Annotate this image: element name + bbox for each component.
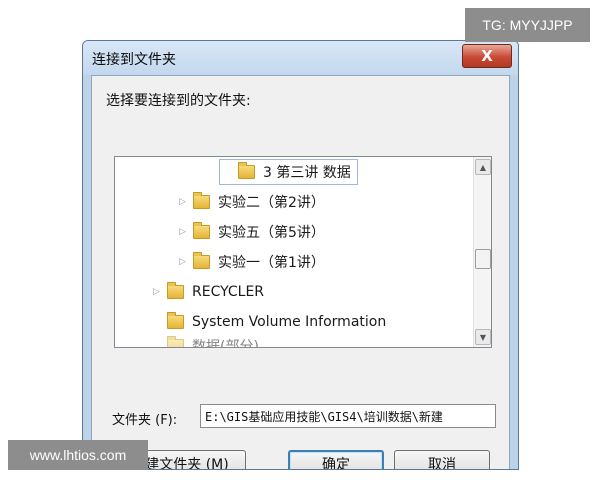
folder-field-label: 文件夹 (F): — [112, 413, 178, 428]
tree-item[interactable]: System Volume Information — [153, 309, 386, 335]
scroll-down-button[interactable]: ▼ — [475, 329, 491, 345]
folder-icon — [193, 192, 210, 209]
tree-item-label: System Volume Information — [192, 314, 387, 330]
tree-item-label: 3 第三讲 数据 — [263, 165, 351, 181]
tree-item-label: RECYCLER — [192, 284, 265, 300]
folder-icon — [193, 222, 210, 239]
dialog-body: 选择要连接到的文件夹: 3 第三讲 数据 ▷ 实验二（第2讲） ▷ 实验五（第5… — [91, 75, 510, 469]
cancel-button[interactable]: 取消 — [394, 450, 490, 469]
folder-icon — [167, 282, 184, 299]
tree-item[interactable]: ▷ 实验一（第1讲） — [179, 249, 325, 275]
tree-scrollbar[interactable]: ▲ ▼ — [473, 157, 491, 347]
ok-button[interactable]: 确定 — [288, 450, 384, 469]
expander-icon[interactable]: ▷ — [153, 287, 165, 297]
folder-tree[interactable]: 3 第三讲 数据 ▷ 实验二（第2讲） ▷ 实验五（第5讲） ▷ 实验一（第1讲… — [114, 156, 492, 348]
folder-icon — [167, 312, 184, 329]
close-icon: X — [481, 47, 493, 65]
expander-icon[interactable]: ▷ — [179, 257, 191, 267]
prompt-label: 选择要连接到的文件夹: — [106, 93, 251, 109]
tree-item[interactable]: ▷ 实验五（第5讲） — [179, 219, 325, 245]
tree-item[interactable]: 3 第三讲 数据 — [219, 159, 358, 185]
close-button[interactable]: X — [462, 44, 512, 68]
expander-icon[interactable]: ▷ — [179, 197, 191, 207]
title-bar[interactable]: 连接到文件夹 X — [83, 41, 518, 75]
dialog-title: 连接到文件夹 — [92, 52, 176, 68]
tree-item-label: 数据(部分) — [192, 339, 259, 348]
watermark-site: www.lhtios.com — [8, 440, 148, 470]
tree-item-label: 实验一（第1讲） — [218, 255, 325, 271]
folder-icon — [193, 252, 210, 269]
expander-icon[interactable]: ▷ — [179, 227, 191, 237]
scroll-up-button[interactable]: ▲ — [475, 159, 491, 175]
tree-item-label: 实验二（第2讲） — [218, 195, 325, 211]
folder-icon — [238, 162, 255, 179]
arrow-down-icon: ▼ — [479, 332, 487, 342]
tree-item[interactable]: ▷ RECYCLER — [153, 279, 264, 305]
watermark-tg: TG: MYYJJPP — [465, 8, 590, 42]
folder-path-field[interactable]: E:\GIS基础应用技能\GIS4\培训数据\新建 — [200, 404, 496, 428]
tree-item[interactable]: 数据(部分) — [153, 333, 259, 348]
scrollbar-thumb[interactable] — [475, 249, 491, 269]
arrow-up-icon: ▲ — [479, 162, 487, 172]
tree-item-label: 实验五（第5讲） — [218, 225, 325, 241]
connect-to-folder-dialog: 连接到文件夹 X 选择要连接到的文件夹: 3 第三讲 数据 ▷ 实验二（第2讲）… — [82, 40, 519, 470]
tree-item[interactable]: ▷ 实验二（第2讲） — [179, 189, 325, 215]
folder-icon — [167, 336, 184, 347]
